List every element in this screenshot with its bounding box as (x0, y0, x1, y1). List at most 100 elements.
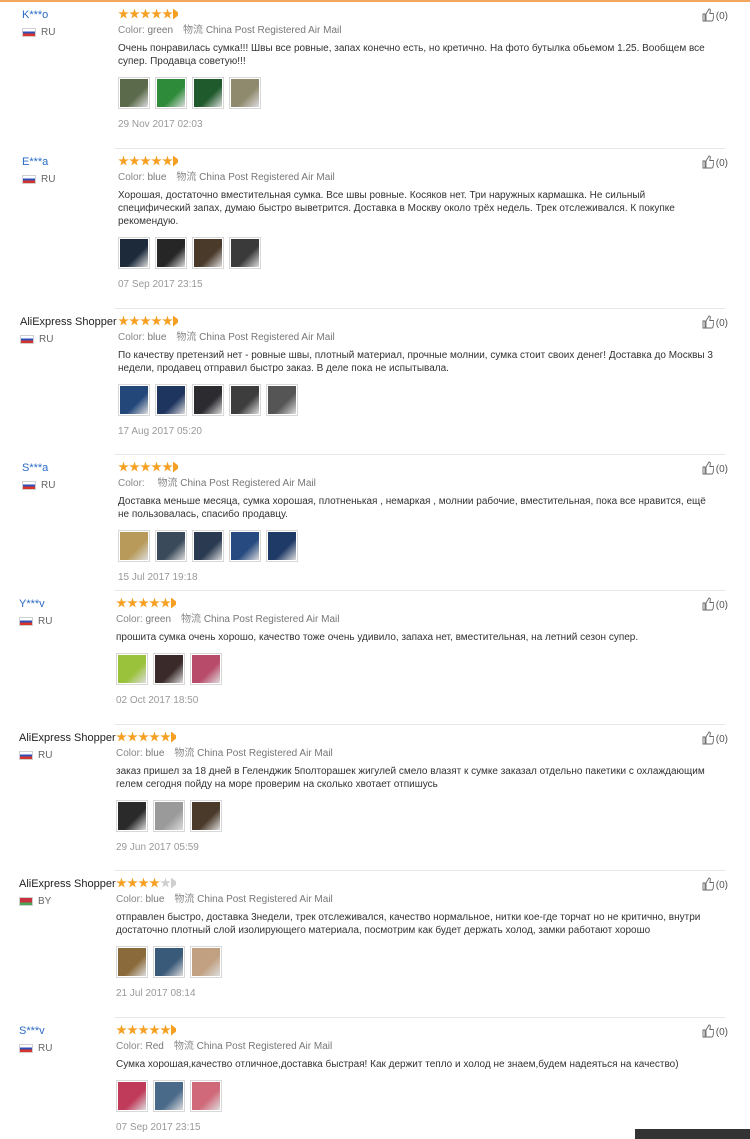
page-corner (635, 1129, 750, 1139)
helpful-button[interactable]: (0) (702, 597, 728, 614)
review-photo[interactable] (192, 384, 224, 416)
reviewer-name[interactable]: K***o (22, 8, 117, 22)
review-photo[interactable] (118, 237, 150, 269)
review-photo[interactable] (155, 237, 187, 269)
review-photo[interactable] (229, 237, 261, 269)
helpful-count: (0) (715, 464, 728, 475)
star-half-icon (173, 461, 178, 473)
review-photo[interactable] (192, 237, 224, 269)
star-half-icon (173, 8, 178, 20)
star-icon (127, 731, 138, 742)
reviewer-name[interactable]: Y***v (19, 597, 114, 611)
rating-stars (118, 461, 718, 473)
rating-stars (118, 155, 718, 167)
review-photo[interactable] (266, 530, 298, 562)
star-half-icon (171, 597, 176, 609)
star-icon (129, 315, 140, 326)
photo-image (118, 948, 146, 976)
review-photo[interactable] (229, 77, 261, 109)
review-photo[interactable] (155, 530, 187, 562)
reviewer-country: RU (20, 334, 115, 345)
star-icon (138, 1024, 149, 1035)
photo-image (118, 1082, 146, 1110)
rating-stars (118, 8, 718, 20)
thumbs-up-icon (702, 315, 716, 332)
reviewer-name[interactable]: S***v (19, 1024, 114, 1038)
photo-image (157, 79, 185, 107)
reviewer-name[interactable]: E***a (22, 155, 117, 169)
review-photo[interactable] (192, 77, 224, 109)
review-item: E***a RU Color: blue 物流 China Post Register… (0, 155, 750, 309)
review-item: AliExpress Shopper RU Color: blue 物流 China … (0, 315, 750, 455)
photo-image (231, 532, 259, 560)
star-icon (151, 461, 162, 472)
reviewer-name[interactable]: AliExpress Shopper (19, 731, 116, 745)
review-meta: Color: green 物流 China Post Registered Air… (116, 613, 716, 626)
reviewer-country: RU (19, 616, 114, 627)
review-photo[interactable] (190, 653, 222, 685)
shipping-method: China Post Registered Air Mail (197, 894, 333, 905)
photo-image (157, 532, 185, 560)
helpful-button[interactable]: (0) (702, 461, 728, 478)
star-half-icon (173, 155, 178, 167)
helpful-button[interactable]: (0) (702, 877, 728, 894)
star-icon (160, 877, 171, 888)
shipping-prefix: 物流 (183, 25, 204, 36)
review-photo[interactable] (116, 1080, 148, 1112)
review-photo[interactable] (155, 384, 187, 416)
review-photo[interactable] (153, 1080, 185, 1112)
helpful-button[interactable]: (0) (702, 731, 728, 748)
star-icon (116, 731, 127, 742)
review-photo[interactable] (118, 530, 150, 562)
reviewer-name[interactable]: AliExpress Shopper (19, 877, 116, 891)
star-icon (129, 155, 140, 166)
review-photo[interactable] (190, 800, 222, 832)
photo-image (192, 1082, 220, 1110)
helpful-button[interactable]: (0) (702, 1024, 728, 1041)
review-photo[interactable] (229, 384, 261, 416)
review-photo[interactable] (153, 800, 185, 832)
star-icon (138, 877, 149, 888)
review-photo[interactable] (116, 800, 148, 832)
rating-stars (116, 597, 716, 609)
review-photo[interactable] (118, 384, 150, 416)
helpful-count: (0) (715, 318, 728, 329)
star-icon (127, 877, 138, 888)
review-photo[interactable] (116, 653, 148, 685)
flag-icon (19, 617, 33, 626)
review-photo[interactable] (118, 77, 150, 109)
review-divider (115, 724, 725, 725)
review-divider (115, 870, 725, 871)
review-photo[interactable] (266, 384, 298, 416)
review-text: Сумка хорошая,качество отличное,доставка… (116, 1059, 679, 1070)
review-photos (118, 530, 718, 562)
reviewer-name[interactable]: AliExpress Shopper (20, 315, 117, 329)
review-divider (115, 454, 725, 455)
review-text: Доставка меньше месяца, сумка хорошая, п… (118, 496, 706, 520)
photo-image (120, 79, 148, 107)
rating-stars (116, 877, 716, 889)
helpful-button[interactable]: (0) (702, 8, 728, 25)
helpful-button[interactable]: (0) (702, 155, 728, 172)
review-item: S***a RU Color: 物流 China Post Registered A… (0, 461, 750, 591)
review-photo[interactable] (116, 946, 148, 978)
review-photo[interactable] (190, 946, 222, 978)
color-value: green (145, 614, 172, 625)
review-photo[interactable] (190, 1080, 222, 1112)
review-divider (115, 590, 725, 591)
review-photo[interactable] (153, 653, 185, 685)
helpful-button[interactable]: (0) (702, 315, 728, 332)
star-half-icon (173, 315, 178, 327)
review-photo[interactable] (153, 946, 185, 978)
color-value: blue (147, 332, 167, 343)
reviewer-name[interactable]: S***a (22, 461, 117, 475)
country-code: RU (41, 480, 56, 491)
star-icon (162, 8, 173, 19)
review-meta: Color: green 物流 China Post Registered Air… (118, 24, 718, 37)
photo-image (120, 386, 148, 414)
review-photo[interactable] (192, 530, 224, 562)
review-divider (115, 308, 725, 309)
review-photo[interactable] (229, 530, 261, 562)
review-photo[interactable] (155, 77, 187, 109)
shipping-prefix: 物流 (176, 332, 197, 343)
